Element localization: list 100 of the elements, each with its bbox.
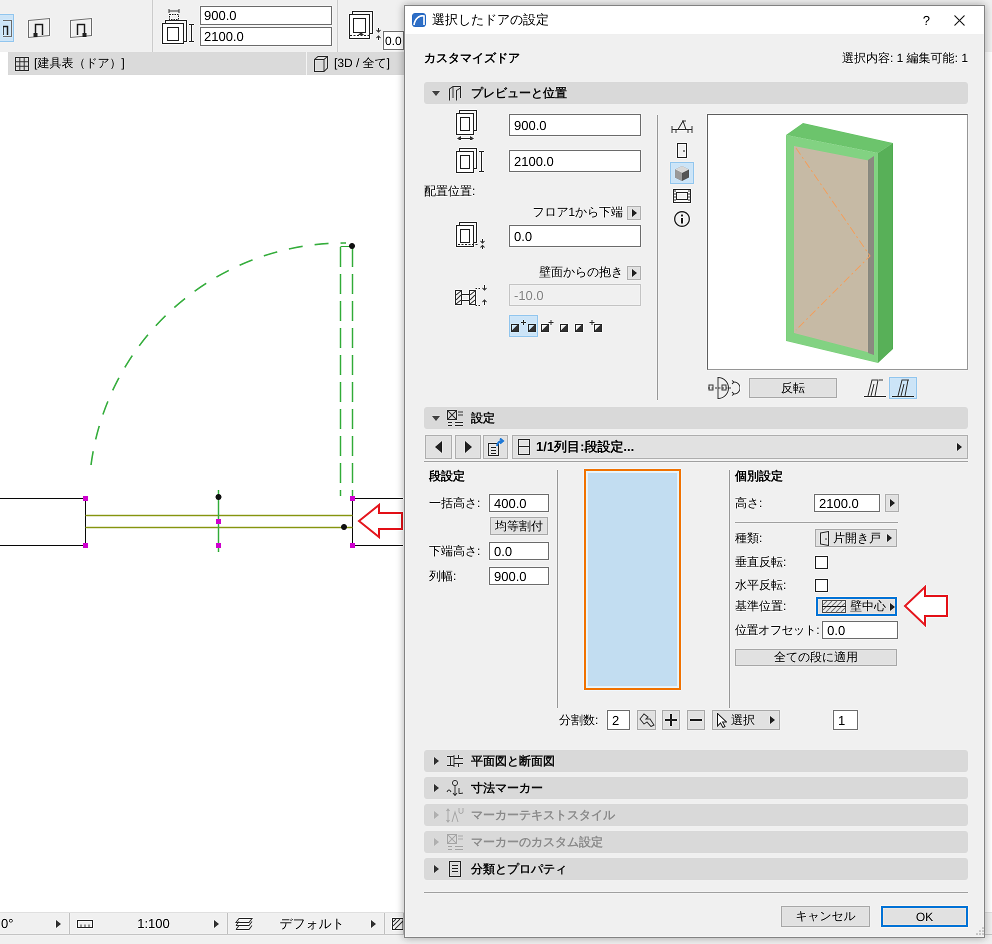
sill-field[interactable]: 0.0 [383,31,404,50]
width-field[interactable]: 900.0 [200,6,332,25]
text-style-icon [446,807,464,823]
caret-right-icon [632,268,636,276]
film-strip-icon [673,189,691,203]
checkbox[interactable] [815,556,828,568]
layers-menu[interactable]: デフォルト [228,913,385,934]
info-icon [674,211,690,227]
ok-button[interactable]: OK [881,906,968,927]
field-label: 分割数: [559,712,600,728]
caret-right-icon [957,443,962,451]
column-title: 段設定 [429,469,465,484]
opening-side-button[interactable] [861,377,889,399]
scale-menu[interactable]: 1:100 [70,913,228,934]
number-field[interactable]: 900.0 [489,567,549,585]
sill-reference-label: フロア1から下端 [532,205,623,220]
section-header[interactable]: 平面図と断面図 [424,750,968,772]
section-header[interactable]: 分類とプロパティ [424,858,968,880]
checkbox[interactable] [815,578,828,592]
number-field[interactable]: 400.0 [489,494,549,512]
door-size-icon [160,8,196,44]
segment-menu[interactable]: 1/1列目:段設定... [512,435,968,459]
caret-right-icon [890,602,895,610]
flip-button[interactable]: 反転 [749,378,837,398]
caret-right-icon [632,208,636,216]
help-button[interactable]: ? [922,12,930,28]
caret-right-icon [371,920,376,928]
cancel-button[interactable]: キャンセル [781,906,870,927]
minus-icon [690,719,702,721]
resize-grip-icon [976,927,984,935]
height-field[interactable]: 2100.0 [509,150,641,172]
section-header[interactable]: プレビューと位置 [424,82,968,104]
field-label: 一括高さ: [429,494,482,512]
view-tab[interactable]: [3D / 全て] [306,52,404,75]
plan-view-icon [671,120,693,134]
document-arrow-icon [486,438,504,456]
export-button[interactable] [483,435,508,459]
reference-menu-button[interactable] [627,206,641,220]
divisions-field[interactable]: 2 [607,710,630,730]
select-menu[interactable]: 選択 [712,710,780,730]
number-field[interactable]: 0.0 [489,542,549,560]
layers-icon [235,916,253,930]
stepper-menu-button[interactable] [885,494,899,512]
reveal-reference-label: 壁面からの抱き [539,265,623,280]
sill-height-field[interactable]: 0.0 [509,225,641,247]
anchor-point-button[interactable] [0,14,14,42]
dialog-title: 選択したドアの設定 [432,11,550,29]
reveal-mode-icon [511,319,536,333]
view-tab[interactable]: [建具表（ドア）] [8,52,306,75]
door-anchor-icon [69,17,93,39]
caret-right-icon [214,920,219,928]
position-menu[interactable]: 壁中心 [816,597,897,616]
section-header[interactable]: 寸法マーカー [424,777,968,799]
door-elevation-icon [677,142,687,158]
reference-menu-button[interactable] [627,266,641,280]
placement-label: 配置位置: [424,184,476,199]
selection-info: 選択内容: 1 編集可能: 1 [842,50,968,66]
door-height-icon [455,148,485,174]
segment-icon [518,439,530,455]
reveal-mode-icon [589,319,602,333]
previous-icon [435,441,442,453]
cursor-icon [717,712,727,728]
opening-side-button[interactable] [889,377,917,399]
caret-right-icon [890,499,894,507]
logo-icon [412,13,426,27]
add-button[interactable] [662,710,680,730]
field-label: 位置オフセット: [735,622,820,638]
door-frame-icon [448,85,462,101]
field-label: 水平反転: [735,576,788,594]
field-label: 基準位置: [735,598,788,615]
caret-right-icon [56,920,61,928]
wall-hatch-icon [822,600,846,613]
door-sill-icon [455,222,487,250]
index-field[interactable]: 1 [833,710,858,730]
height-field[interactable]: 2100.0 [814,494,880,512]
reveal-mode-button[interactable] [509,315,538,337]
previous-button[interactable] [425,435,452,459]
wall-reveal-icon [455,284,489,306]
hatch-icon [392,918,403,930]
angle-menu[interactable]: 0° [0,913,70,934]
section-header[interactable]: 設定 [424,407,968,429]
pick-button[interactable] [637,710,656,730]
next-icon [464,441,472,453]
door-leaf-icon [864,379,886,397]
apply-all-button[interactable]: 全ての段に適用 [735,649,897,666]
close-icon[interactable] [954,14,965,26]
offset-field[interactable]: 0.0 [822,621,898,639]
field-label: 種類: [735,530,764,546]
height-field[interactable]: 2100.0 [200,27,332,46]
grid-icon [15,56,29,70]
next-button[interactable] [455,435,481,459]
document-icon [448,861,462,877]
object-type-heading: カスタマイズドア [424,50,520,66]
column-title: 個別設定 [735,469,783,484]
remove-button[interactable] [687,710,705,730]
door-type-menu[interactable]: 片開き戸 [815,529,897,547]
distribute-button[interactable]: 均等割付 [490,517,548,535]
width-field[interactable]: 900.0 [509,114,641,136]
door-anchor-icon [3,18,13,38]
cube-outline-icon [313,56,329,72]
